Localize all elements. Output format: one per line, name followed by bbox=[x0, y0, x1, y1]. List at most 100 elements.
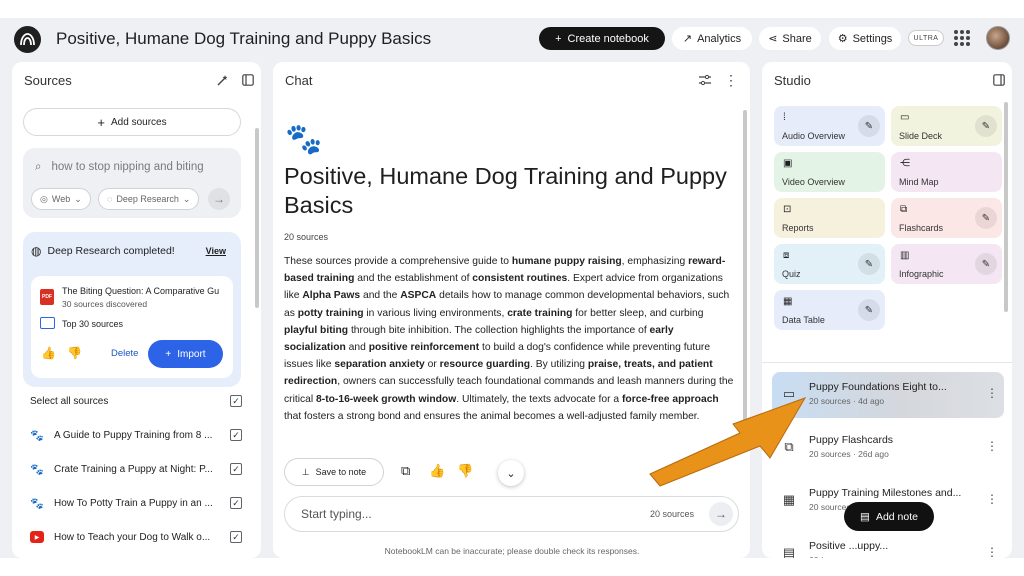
source-item-label: A Guide to Puppy Training from 8 ... bbox=[54, 429, 213, 441]
settings-button[interactable]: ⚙ Settings bbox=[829, 27, 901, 50]
view-link[interactable]: View bbox=[206, 246, 226, 256]
studio-tile-label: Quiz bbox=[782, 269, 801, 279]
scroll-down-button[interactable]: ⌄ bbox=[498, 460, 524, 486]
studio-tile[interactable]: ▣ Video Overview bbox=[774, 152, 885, 192]
studio-tile-label: Infographic bbox=[899, 269, 944, 279]
edit-pencil-icon[interactable]: ✎ bbox=[858, 299, 880, 321]
deep-research-label: Deep Research bbox=[116, 194, 179, 204]
more-vert-icon[interactable]: ⋮ bbox=[986, 439, 998, 453]
gear-icon: ⚙ bbox=[837, 33, 848, 45]
more-vert-icon[interactable]: ⋮ bbox=[724, 72, 738, 88]
summary-text: and bbox=[345, 342, 369, 354]
note-meta: 20 sources · 26d ago bbox=[809, 449, 889, 459]
more-vert-icon[interactable]: ⋮ bbox=[986, 492, 998, 506]
studio-tile-label: Audio Overview bbox=[782, 131, 846, 141]
studio-tile-label: Flashcards bbox=[899, 223, 944, 233]
chat-input-placeholder: Start typing... bbox=[301, 507, 372, 521]
quiz-icon: ⧈ bbox=[783, 250, 790, 261]
select-all-checkbox[interactable]: ✓ bbox=[230, 395, 242, 407]
web-chip[interactable]: ◎ Web ⌄ bbox=[31, 188, 91, 210]
source-checkbox[interactable]: ✓ bbox=[230, 429, 242, 441]
more-vert-icon[interactable]: ⋮ bbox=[986, 386, 998, 400]
chevron-down-icon: ⌄ bbox=[506, 467, 516, 480]
summary-text: that fosters a strong bond and ensures t… bbox=[284, 410, 700, 422]
send-button[interactable]: → bbox=[709, 502, 733, 526]
edit-pencil-icon[interactable]: ✎ bbox=[975, 115, 997, 137]
arrow-right-icon: → bbox=[213, 192, 225, 206]
chat-heading: Chat bbox=[285, 72, 313, 88]
source-item[interactable]: 🐾 How To Potty Train a Puppy in an ... ✓ bbox=[30, 492, 242, 514]
submit-search-button[interactable]: → bbox=[208, 188, 230, 210]
import-button[interactable]: + Import bbox=[148, 340, 223, 368]
slides-icon: ▭ bbox=[900, 112, 910, 123]
mind-map-icon: ⋲ bbox=[900, 158, 910, 169]
chat-input[interactable]: Start typing... 20 sources → bbox=[284, 496, 739, 532]
edit-pencil-icon[interactable]: ✎ bbox=[858, 253, 880, 275]
deep-research-chip[interactable]: ◌ Deep Research ⌄ bbox=[98, 188, 200, 210]
studio-tile[interactable]: ⋲ Mind Map bbox=[891, 152, 1002, 192]
studio-tile[interactable]: ⁞ Audio Overview ✎ bbox=[774, 106, 885, 146]
audio-wave-icon: ⁞ bbox=[783, 112, 786, 123]
source-item[interactable]: 🐾 A Guide to Puppy Training from 8 ... ✓ bbox=[30, 424, 242, 446]
chat-scrollbar[interactable] bbox=[743, 110, 747, 430]
paw-icon: 🐾 bbox=[30, 497, 44, 510]
note-meta: 20 sources · 4d ago bbox=[809, 396, 885, 406]
summary-text: . Ultimately, the texts advocate for a bbox=[456, 393, 622, 405]
studio-tile[interactable]: ▦ Data Table ✎ bbox=[774, 290, 885, 330]
research-status: Deep Research completed! bbox=[47, 245, 175, 257]
plus-icon: + bbox=[165, 348, 172, 360]
table-icon: ▦ bbox=[782, 492, 796, 507]
source-checkbox[interactable]: ✓ bbox=[230, 497, 242, 509]
add-sources-button[interactable]: + Add sources bbox=[23, 108, 241, 136]
studio-tile[interactable]: ▥ Infographic ✎ bbox=[891, 244, 1002, 284]
create-notebook-button[interactable]: + Create notebook bbox=[539, 27, 665, 50]
edit-pencil-icon[interactable]: ✎ bbox=[975, 253, 997, 275]
delete-button[interactable]: Delete bbox=[111, 348, 138, 359]
note-title: Puppy Foundations Eight to... bbox=[809, 381, 947, 393]
source-checkbox[interactable]: ✓ bbox=[230, 463, 242, 475]
import-label: Import bbox=[177, 348, 206, 360]
plus-icon: + bbox=[555, 32, 562, 45]
thumbs-down-icon[interactable]: 👎 bbox=[67, 346, 82, 360]
summary-text: . By utilizing bbox=[530, 359, 588, 371]
source-search-input[interactable]: ⌕ how to stop nipping and biting bbox=[31, 156, 231, 178]
studio-tile[interactable]: ⧈ Quiz ✎ bbox=[774, 244, 885, 284]
tune-icon[interactable] bbox=[697, 72, 713, 88]
add-note-button[interactable]: ▤ Add note bbox=[844, 502, 934, 531]
trending-up-icon: ↗ bbox=[682, 33, 693, 45]
studio-tile[interactable]: ⧉ Flashcards ✎ bbox=[891, 198, 1002, 238]
studio-scrollbar[interactable] bbox=[1004, 102, 1008, 312]
thumbs-up-icon[interactable]: 👍 bbox=[429, 463, 445, 479]
edit-pencil-icon[interactable]: ✎ bbox=[858, 115, 880, 137]
notebook-title[interactable]: Positive, Humane Dog Training and Puppy … bbox=[56, 29, 431, 49]
edit-pencil-icon[interactable]: ✎ bbox=[975, 207, 997, 229]
studio-tile[interactable]: ⊡ Reports bbox=[774, 198, 885, 238]
collapse-panel-icon[interactable] bbox=[991, 72, 1007, 88]
thumbs-down-icon[interactable]: 👎 bbox=[457, 463, 473, 479]
share-button[interactable]: ⋖ Share bbox=[759, 27, 821, 50]
analytics-button[interactable]: ↗ Analytics bbox=[672, 27, 752, 50]
top-bar: Positive, Humane Dog Training and Puppy … bbox=[0, 18, 1024, 62]
report-meta: 30 sources discovered bbox=[62, 299, 148, 309]
globe-icon: ◎ bbox=[40, 193, 48, 204]
create-notebook-label: Create notebook bbox=[567, 32, 649, 45]
studio-tile[interactable]: ▭ Slide Deck ✎ bbox=[891, 106, 1002, 146]
save-to-note-button[interactable]: ⊥ Save to note bbox=[284, 458, 384, 486]
thumbs-up-icon[interactable]: 👍 bbox=[41, 346, 56, 360]
sources-scrollbar[interactable] bbox=[255, 128, 259, 308]
source-checkbox[interactable]: ✓ bbox=[230, 531, 242, 543]
magic-wand-icon[interactable] bbox=[214, 72, 230, 88]
apps-grid-icon[interactable] bbox=[954, 30, 970, 46]
research-icon: ◌ bbox=[107, 194, 113, 204]
collapse-panel-icon[interactable] bbox=[240, 72, 256, 88]
avatar[interactable] bbox=[986, 26, 1010, 50]
copy-icon[interactable]: ⧉ bbox=[401, 463, 410, 479]
source-item[interactable]: ▶ How to Teach your Dog to Walk o... ✓ bbox=[30, 526, 242, 548]
notebooklm-logo-icon[interactable] bbox=[14, 26, 41, 53]
studio-tile-label: Mind Map bbox=[899, 177, 939, 187]
settings-label: Settings bbox=[852, 32, 893, 45]
source-item[interactable]: 🐾 Crate Training a Puppy at Night: P... ✓ bbox=[30, 458, 242, 480]
select-all-row[interactable]: Select all sources ✓ bbox=[30, 390, 242, 412]
source-item-label: How To Potty Train a Puppy in an ... bbox=[54, 497, 213, 509]
research-report-card[interactable]: PDF The Biting Question: A Comparative G… bbox=[31, 276, 233, 378]
